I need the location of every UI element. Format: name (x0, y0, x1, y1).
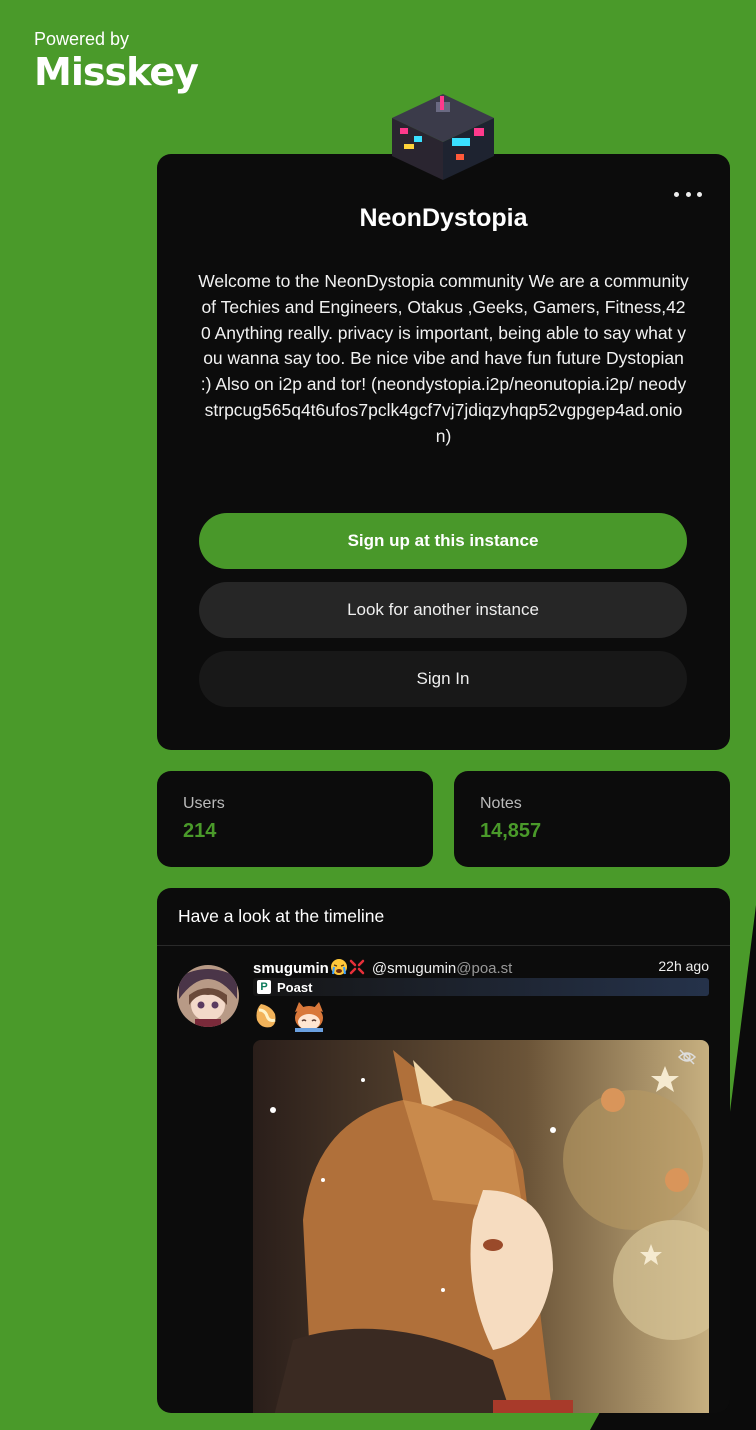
timeline-card: Have a look at the timeline smugumin @sm… (157, 888, 730, 1413)
notes-stat: Notes 14,857 (454, 771, 730, 867)
users-count: 214 (183, 820, 217, 842)
note-timestamp[interactable]: 22h ago (658, 958, 709, 974)
pixel-building-icon (392, 94, 494, 180)
instance-description: Welcome to the NeonDystopia community We… (198, 271, 689, 446)
anger-emoji (348, 958, 366, 976)
notes-label: Notes (480, 795, 522, 812)
explore-instances-button[interactable]: Look for another instance (199, 582, 687, 638)
note-content (253, 1000, 327, 1034)
note-author-name[interactable]: smugumin (253, 960, 329, 977)
note-author-host[interactable]: @poa.st (456, 960, 512, 977)
users-label: Users (183, 795, 225, 812)
timeline-title: Have a look at the timeline (178, 906, 385, 926)
signup-button[interactable]: Sign up at this instance (199, 513, 687, 569)
avatar[interactable] (177, 965, 239, 1027)
powered-by-text: Powered by (34, 29, 130, 49)
powered-by-misskey[interactable]: Powered by Misskey (34, 28, 199, 94)
note-header: smugumin @smugumin@poa.st 22h ago (253, 958, 709, 978)
timeline-header: Have a look at the timeline (157, 888, 730, 946)
users-stat: Users 214 (157, 771, 433, 867)
instance-name: NeonDystopia (359, 204, 528, 232)
signin-button[interactable]: Sign In (199, 651, 687, 707)
note-author-username[interactable]: @smugumin (372, 960, 456, 977)
note-media-image[interactable] (253, 1040, 709, 1413)
bread-emoji (256, 1004, 276, 1028)
eye-slash-icon[interactable] (677, 1048, 697, 1066)
notes-count: 14,857 (480, 820, 542, 842)
instance-ticker-name: Poast (277, 979, 313, 995)
crying-emoji (330, 958, 348, 976)
catgirl-emoji (295, 1002, 323, 1032)
instance-card: NeonDystopia Welcome to the NeonDystopia… (157, 154, 730, 750)
poast-icon: P (257, 980, 271, 994)
misskey-logo: Misskey (34, 50, 199, 94)
instance-ticker[interactable]: P Poast (253, 978, 709, 996)
more-options-icon[interactable] (674, 184, 702, 204)
